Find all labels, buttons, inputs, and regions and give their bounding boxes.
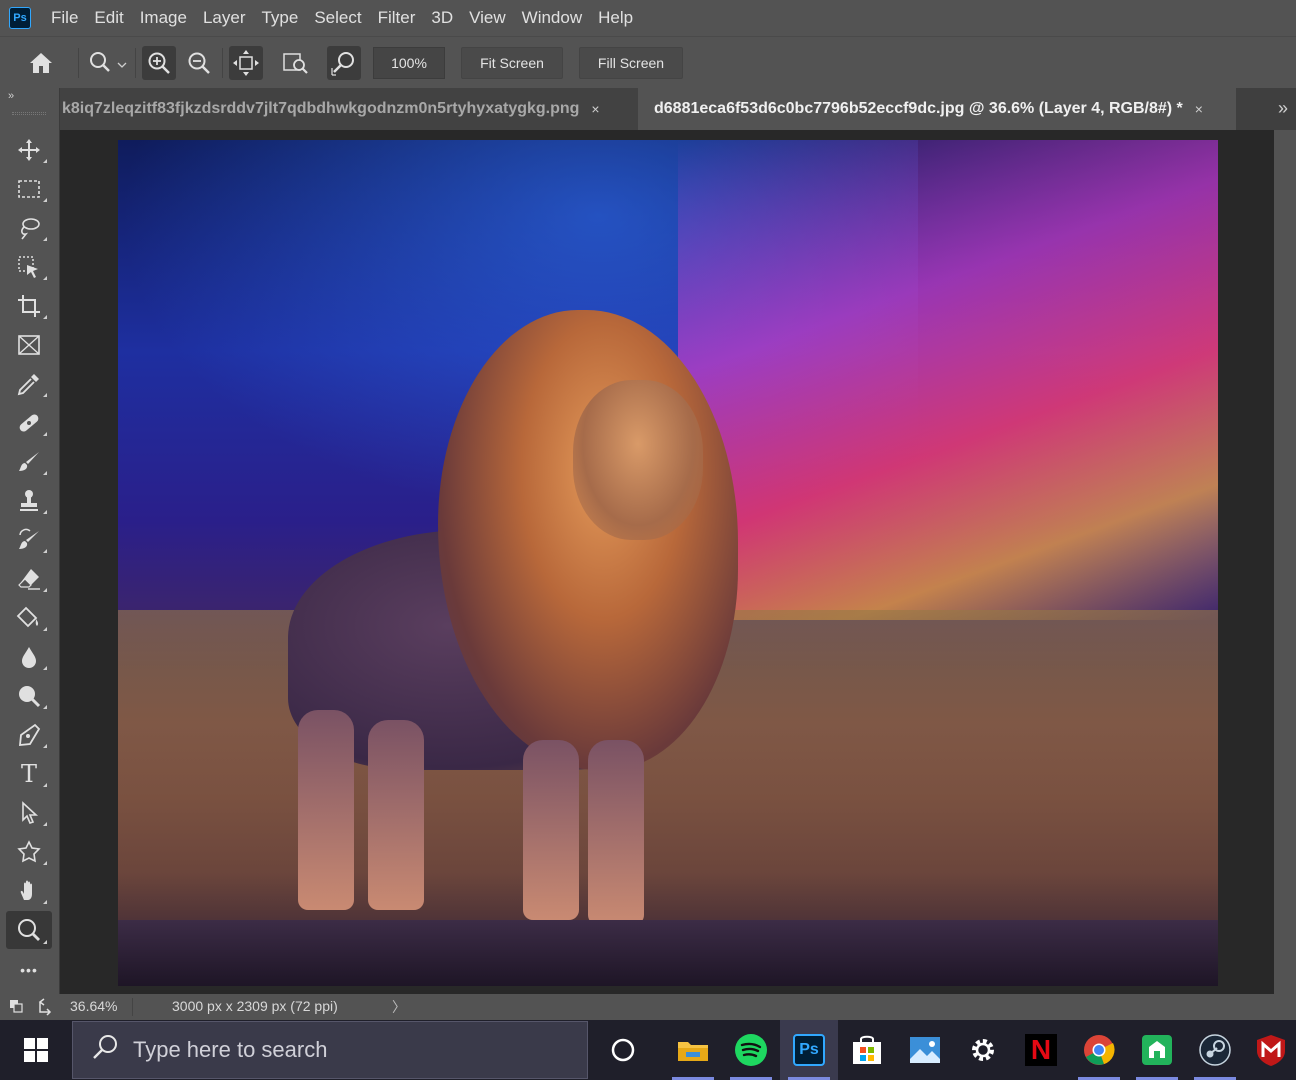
fit-screen-button[interactable]: Fit Screen xyxy=(461,46,563,79)
menu-image[interactable]: Image xyxy=(132,0,195,36)
path-selection-tool-icon[interactable] xyxy=(6,795,52,831)
windows-taskbar: Type here to search Ps N xyxy=(0,1020,1296,1080)
brush-tool-icon[interactable] xyxy=(6,444,52,480)
netflix-taskbar-label: N xyxy=(1025,1034,1057,1066)
options-separator xyxy=(78,47,79,78)
eraser-tool-icon[interactable] xyxy=(6,561,52,597)
lasso-tool-icon[interactable] xyxy=(6,210,52,246)
tab-document-2[interactable]: d6881eca6f53d6c0bc7796b52eccf9dc.jpg @ 3… xyxy=(638,88,1236,130)
menu-3d[interactable]: 3D xyxy=(423,0,461,36)
eyedropper-tool-icon[interactable] xyxy=(6,366,52,402)
ms-store-icon[interactable] xyxy=(838,1020,896,1080)
cortana-icon[interactable] xyxy=(594,1020,652,1080)
search-icon xyxy=(91,1033,119,1067)
netflix-icon[interactable]: N xyxy=(1012,1020,1070,1080)
scrubby-zoom-icon[interactable] xyxy=(327,45,361,80)
paint-bucket-tool-icon[interactable] xyxy=(6,600,52,636)
mcafee-icon[interactable] xyxy=(1242,1020,1296,1080)
menu-bar: Ps File Edit Image Layer Type Select Fil… xyxy=(0,0,1296,36)
art-rock xyxy=(118,920,1218,986)
photoshop-window: Ps File Edit Image Layer Type Select Fil… xyxy=(0,0,1296,1080)
zoom-tool-icon[interactable] xyxy=(6,911,52,949)
more-tools-glyph: ••• xyxy=(20,962,38,978)
close-icon[interactable]: × xyxy=(591,101,599,117)
fill-screen-button[interactable]: Fill Screen xyxy=(579,46,683,79)
windows-start-icon[interactable] xyxy=(0,1020,72,1080)
art-lion xyxy=(288,310,748,930)
zoom-percent-field[interactable]: 100% xyxy=(373,46,445,79)
type-tool-glyph: T xyxy=(20,760,37,788)
zoom-all-windows-icon[interactable] xyxy=(279,46,313,80)
home-icon[interactable] xyxy=(24,46,58,80)
photoshop-icon[interactable]: Ps xyxy=(780,1020,838,1080)
status-zoom-level[interactable]: 36.64% xyxy=(70,998,117,1014)
close-icon[interactable]: × xyxy=(1195,101,1203,117)
panel-grip[interactable] xyxy=(12,112,46,115)
menu-window[interactable]: Window xyxy=(514,0,590,36)
history-brush-tool-icon[interactable] xyxy=(6,522,52,558)
menu-type[interactable]: Type xyxy=(253,0,306,36)
art-sunset-clouds xyxy=(678,140,1218,620)
menu-edit[interactable]: Edit xyxy=(86,0,131,36)
menu-view[interactable]: View xyxy=(461,0,514,36)
steam-icon[interactable] xyxy=(1186,1020,1244,1080)
collapse-panel-icon[interactable]: » xyxy=(8,90,14,102)
healing-brush-tool-icon[interactable] xyxy=(6,405,52,441)
status-menu-arrow[interactable]: 〉 xyxy=(392,997,406,1017)
default-colors-icon[interactable] xyxy=(8,998,52,1019)
document-tabs: k8iq7zleqzitf83fjkzdsrddv7jlt7qdbdhwkgod… xyxy=(60,88,1296,130)
menu-select[interactable]: Select xyxy=(306,0,369,36)
frame-tool-icon[interactable] xyxy=(6,327,52,363)
canvas-area[interactable] xyxy=(60,130,1274,994)
photos-icon[interactable] xyxy=(896,1020,954,1080)
spotify-icon[interactable] xyxy=(722,1020,780,1080)
tools-panel: » T ••• xyxy=(0,88,60,1020)
menu-help[interactable]: Help xyxy=(590,0,641,36)
hand-tool-icon[interactable] xyxy=(6,873,52,909)
marquee-tool-icon[interactable] xyxy=(6,171,52,207)
crop-tool-icon[interactable] xyxy=(6,288,52,324)
move-tool-icon[interactable] xyxy=(6,132,52,168)
tab-document-1[interactable]: k8iq7zleqzitf83fjkzdsrddv7jlt7qdbdhwkgod… xyxy=(60,88,638,130)
menu-filter[interactable]: Filter xyxy=(370,0,424,36)
zoom-in-icon[interactable] xyxy=(142,45,176,80)
type-tool-icon[interactable]: T xyxy=(6,756,52,792)
menu-layer[interactable]: Layer xyxy=(195,0,254,36)
options-separator xyxy=(135,47,136,78)
taskbar-search[interactable]: Type here to search xyxy=(72,1021,588,1079)
vertical-scrollbar[interactable] xyxy=(1274,130,1296,994)
photoshop-logo: Ps xyxy=(9,7,31,29)
settings-icon[interactable] xyxy=(954,1020,1012,1080)
app-icon[interactable] xyxy=(1128,1020,1186,1080)
file-explorer-icon[interactable] xyxy=(664,1020,722,1080)
menu-file[interactable]: File xyxy=(43,0,86,36)
tab-title: k8iq7zleqzitf83fjkzdsrddv7jlt7qdbdhwkgod… xyxy=(62,100,580,117)
custom-shape-tool-icon[interactable] xyxy=(6,834,52,870)
tab-overflow-icon[interactable]: » xyxy=(1278,98,1288,119)
options-separator xyxy=(222,47,223,78)
blur-tool-icon[interactable] xyxy=(6,639,52,675)
status-separator xyxy=(132,998,133,1016)
more-tools-icon[interactable]: ••• xyxy=(6,952,52,988)
photoshop-taskbar-label: Ps xyxy=(793,1034,825,1066)
document-canvas[interactable] xyxy=(118,140,1218,986)
zoom-out-icon[interactable] xyxy=(182,46,216,80)
resize-windows-icon[interactable] xyxy=(229,45,263,80)
dodge-tool-icon[interactable] xyxy=(6,678,52,714)
clone-stamp-tool-icon[interactable] xyxy=(6,483,52,519)
zoom-preset-dropdown[interactable] xyxy=(85,46,129,80)
options-bar: 100% Fit Screen Fill Screen xyxy=(0,36,1296,88)
object-select-tool-icon[interactable] xyxy=(6,249,52,285)
status-bar: 36.64% 3000 px x 2309 px (72 ppi) 〉 xyxy=(0,994,1296,1020)
status-document-info: 3000 px x 2309 px (72 ppi) xyxy=(172,998,338,1014)
search-placeholder: Type here to search xyxy=(133,1037,328,1062)
tab-title: d6881eca6f53d6c0bc7796b52eccf9dc.jpg @ 3… xyxy=(654,100,1183,117)
chrome-icon[interactable] xyxy=(1070,1020,1128,1080)
pen-tool-icon[interactable] xyxy=(6,717,52,753)
